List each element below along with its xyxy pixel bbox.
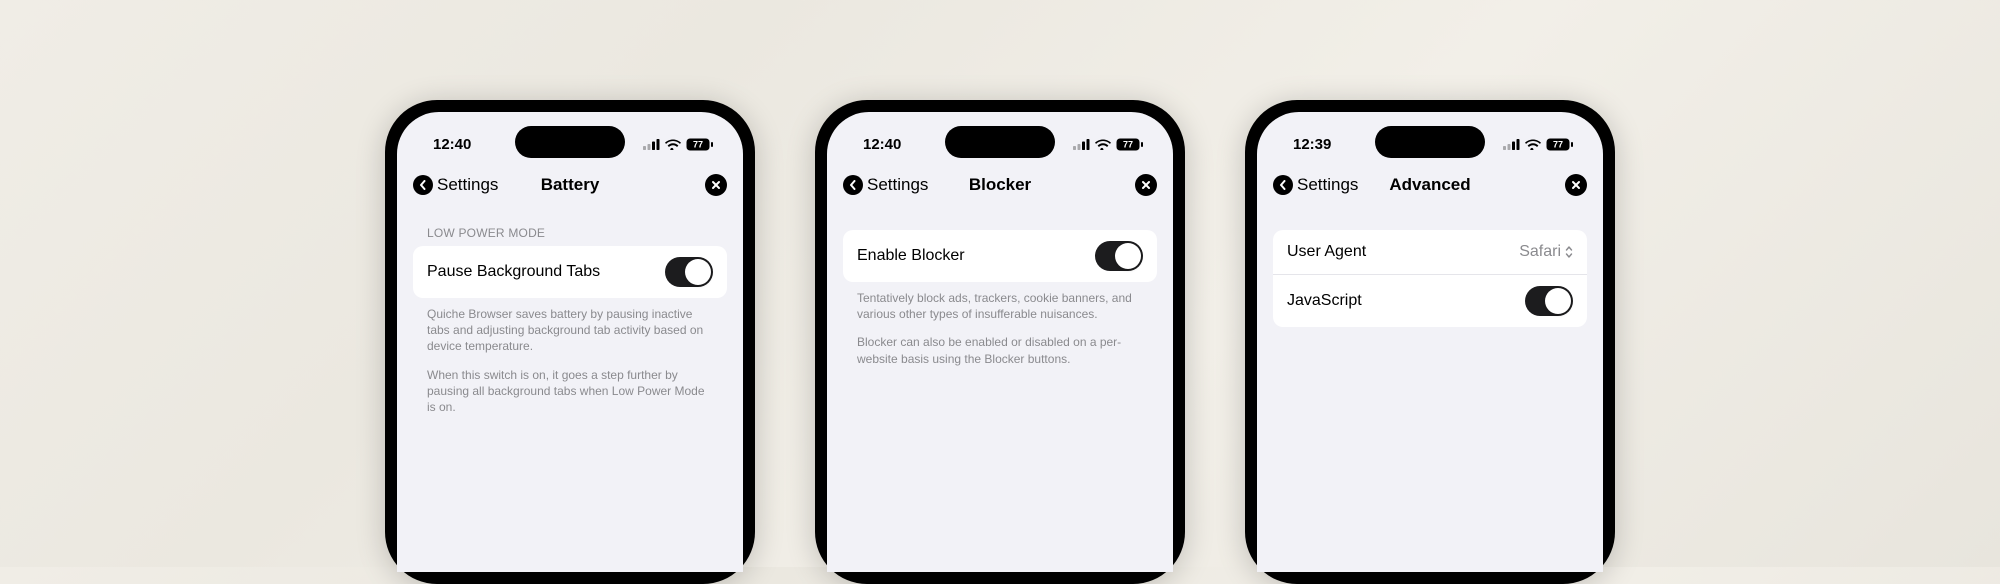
wifi-icon [665,139,681,150]
nav-bar: Settings Battery [397,162,743,208]
back-button[interactable]: Settings [413,175,498,195]
chevron-left-icon [413,175,433,195]
cellular-icon [643,139,660,150]
row-label: Enable Blocker [857,247,965,265]
battery-icon: 77 [1546,138,1573,151]
footer-text: Quiche Browser saves battery by pausing … [413,298,727,355]
setting-row-user-agent[interactable]: User Agent Safari [1273,230,1587,274]
footer-text: Tentatively block ads, trackers, cookie … [843,282,1157,322]
close-button[interactable] [1565,174,1587,196]
battery-icon: 77 [686,138,713,151]
cellular-icon [1073,139,1090,150]
back-button[interactable]: Settings [843,175,928,195]
setting-row-enable-blocker: Enable Blocker [843,230,1157,282]
section-header: LOW POWER MODE [413,208,727,246]
page-title: Battery [541,175,600,195]
phone-screen: 12:39 77 Settings Advanced [1257,112,1603,572]
phone-screen: 12:40 77 Settings Battery [397,112,743,572]
close-icon [1141,180,1151,190]
svg-text:77: 77 [1123,139,1133,149]
chevron-left-icon [843,175,863,195]
status-time: 12:39 [1293,136,1331,153]
row-label: Pause Background Tabs [427,263,600,281]
phone-mockup: 12:39 77 Settings Advanced [1245,100,1615,584]
footer-text: Blocker can also be enabled or disabled … [843,322,1157,366]
toggle-pause-tabs[interactable] [665,257,713,287]
svg-text:77: 77 [693,139,703,149]
setting-row-pause-tabs: Pause Background Tabs [413,246,727,298]
phone-screen: 12:40 77 Settings Blocker [827,112,1173,572]
close-button[interactable] [705,174,727,196]
status-time: 12:40 [433,136,471,153]
wifi-icon [1095,139,1111,150]
phone-mockup: 12:40 77 Settings Blocker [815,100,1185,584]
close-icon [1571,180,1581,190]
svg-text:77: 77 [1553,139,1563,149]
row-label: User Agent [1287,243,1366,261]
settings-group: User Agent Safari JavaScript [1273,230,1587,327]
chevron-left-icon [1273,175,1293,195]
back-label: Settings [867,175,928,195]
battery-icon: 77 [1116,138,1143,151]
status-time: 12:40 [863,136,901,153]
footer-text: When this switch is on, it goes a step f… [413,355,727,416]
dynamic-island [1375,126,1485,158]
wifi-icon [1525,139,1541,150]
row-value: Safari [1519,243,1573,261]
setting-row-javascript: JavaScript [1273,274,1587,327]
settings-group: Pause Background Tabs [413,246,727,298]
toggle-enable-blocker[interactable] [1095,241,1143,271]
dynamic-island [945,126,1055,158]
page-title: Advanced [1389,175,1470,195]
close-button[interactable] [1135,174,1157,196]
back-label: Settings [437,175,498,195]
page-title: Blocker [969,175,1031,195]
dynamic-island [515,126,625,158]
settings-group: Enable Blocker [843,230,1157,282]
phone-mockup: 12:40 77 Settings Battery [385,100,755,584]
nav-bar: Settings Blocker [827,162,1173,208]
user-agent-value: Safari [1519,243,1561,261]
back-label: Settings [1297,175,1358,195]
back-button[interactable]: Settings [1273,175,1358,195]
cellular-icon [1503,139,1520,150]
row-label: JavaScript [1287,292,1362,310]
close-icon [711,180,721,190]
nav-bar: Settings Advanced [1257,162,1603,208]
toggle-javascript[interactable] [1525,286,1573,316]
updown-chevron-icon [1565,245,1573,259]
